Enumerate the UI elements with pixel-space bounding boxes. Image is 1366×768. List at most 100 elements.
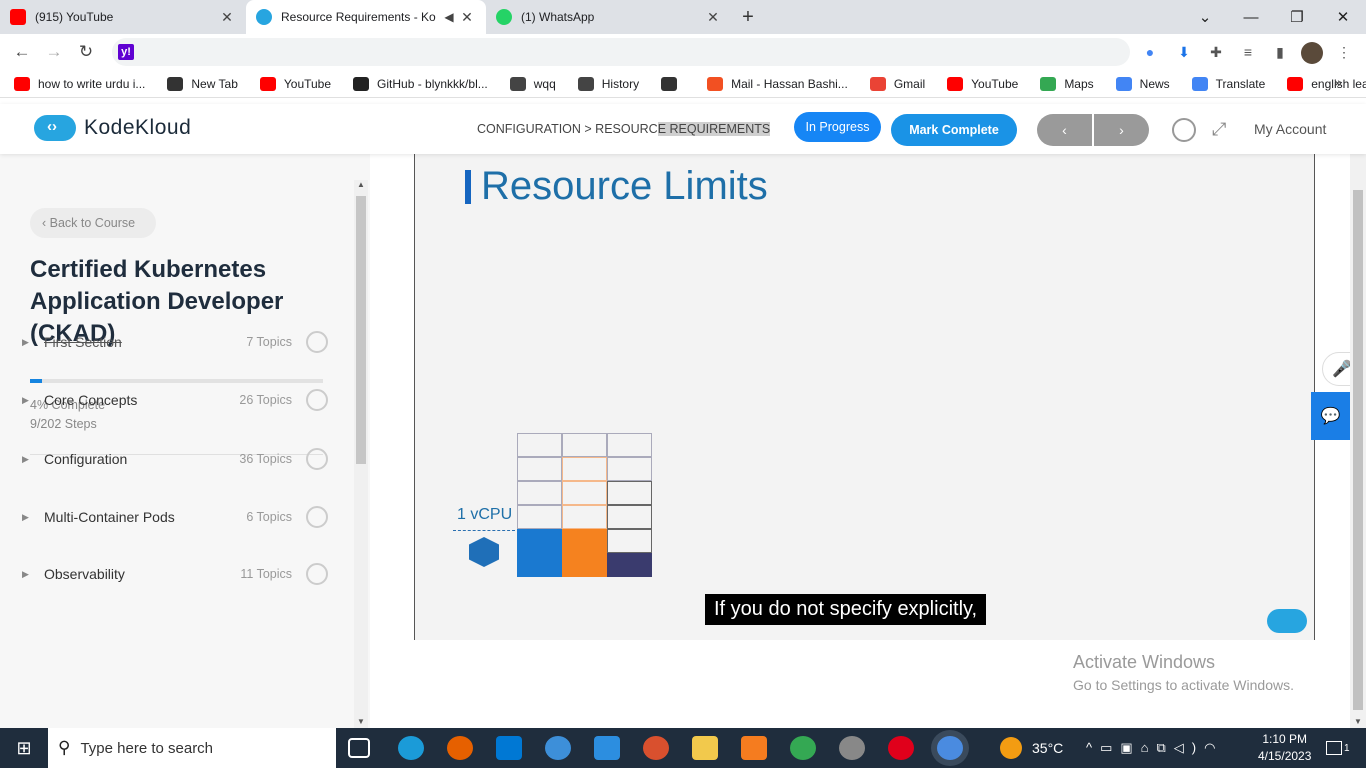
taskbar-search[interactable]: ⚲ Type here to search (48, 728, 336, 768)
weather-widget[interactable]: 35°C (1000, 728, 1063, 768)
menu-icon[interactable]: ⋮ (1333, 42, 1355, 62)
scrollbar-thumb[interactable] (356, 196, 366, 464)
close-icon[interactable]: ✕ (218, 9, 236, 26)
more-bookmarks-icon[interactable]: » (1334, 74, 1342, 90)
search-placeholder: Type here to search (80, 739, 214, 757)
tab-resource-requirements[interactable]: Resource Requirements - Ko ◀ ✕ (246, 0, 486, 34)
kodekloud-logo[interactable]: KodeKloud (34, 115, 191, 141)
tab-whatsapp[interactable]: (1) WhatsApp ✕ (486, 0, 732, 34)
bookmark-item[interactable]: YouTube (246, 70, 339, 98)
bookmark-item[interactable]: Gmail (856, 70, 933, 98)
my-account-link[interactable]: My Account (1254, 121, 1326, 137)
chrome-active-icon[interactable] (937, 736, 963, 760)
container-cube-icon (469, 537, 499, 567)
course-section[interactable]: ▶ Core Concepts 26 Topics (22, 385, 328, 415)
app-icon[interactable] (741, 736, 767, 760)
bookmark-item[interactable]: english learning (1273, 70, 1366, 98)
bookmark-item[interactable]: Translate (1178, 70, 1274, 98)
bookmark-item[interactable]: Mail - Hassan Bashi... (693, 70, 856, 98)
scrollbar-thumb[interactable] (1353, 190, 1363, 710)
course-section[interactable]: ▶ Configuration 36 Topics (22, 444, 328, 474)
reload-icon[interactable]: ↻ (70, 36, 102, 68)
back-to-course-button[interactable]: ‹ Back to Course (30, 208, 156, 238)
bookmark-item[interactable]: News (1102, 70, 1178, 98)
tab-search-icon[interactable]: ⌄ (1182, 0, 1228, 34)
chrome-icon[interactable] (790, 736, 816, 760)
bookmark-item[interactable]: YouTube (933, 70, 1026, 98)
previous-lesson-button[interactable]: ‹ (1037, 114, 1092, 146)
section-topic-count: 26 Topics (239, 393, 292, 407)
next-lesson-button[interactable]: › (1094, 114, 1149, 146)
new-tab-button[interactable]: + (732, 0, 764, 34)
edge-icon[interactable] (398, 736, 424, 760)
mark-complete-button[interactable]: Mark Complete (891, 114, 1017, 146)
bookmark-item[interactable]: Maps (1026, 70, 1101, 98)
restore-button[interactable]: ❐ (1274, 0, 1320, 34)
dark-mode-icon[interactable] (1172, 118, 1196, 142)
scroll-down-icon[interactable]: ▼ (357, 717, 365, 726)
mail-icon[interactable] (594, 736, 620, 760)
bookmark-item[interactable] (647, 70, 693, 98)
chat-icon[interactable]: 💬 (1311, 392, 1350, 440)
microsoft-icon (707, 76, 724, 91)
speaker-icon[interactable]: ◀ (440, 10, 458, 24)
media-control-icon[interactable]: ≡ (1237, 42, 1259, 62)
windows-start-icon[interactable]: ⊞ (0, 728, 48, 768)
close-icon[interactable]: ✕ (458, 9, 476, 26)
profile-avatar[interactable] (1301, 42, 1323, 64)
progress-ring-icon (306, 389, 328, 411)
expand-caret-icon[interactable]: ▶ (22, 395, 44, 406)
video-watermark-logo (1267, 609, 1307, 633)
forward-icon[interactable]: → (38, 36, 70, 68)
bookmark-item[interactable]: History (564, 70, 647, 98)
bookmark-label: Translate (1215, 76, 1266, 91)
course-section[interactable]: ▶ Multi-Container Pods 6 Topics (22, 502, 328, 532)
close-icon[interactable]: ✕ (704, 9, 722, 26)
download-icon[interactable]: ⬇ (1173, 42, 1195, 62)
bookmark-label: YouTube (971, 76, 1019, 91)
phone-link-icon[interactable] (545, 736, 571, 760)
firefox-icon[interactable] (447, 736, 473, 760)
course-section[interactable]: ▶ Observability 11 Topics (22, 559, 328, 589)
bookmark-item[interactable]: how to write urdu i... (0, 70, 153, 98)
expand-caret-icon[interactable]: ▶ (22, 512, 44, 523)
dashed-guide (453, 530, 515, 531)
bookmark-label: News (1139, 76, 1170, 91)
lesson-video[interactable]: Resource Limits 1 vCPU If you do not spe… (414, 154, 1315, 640)
address-bar[interactable]: y! (112, 38, 1130, 66)
task-view-icon[interactable] (348, 738, 370, 758)
scroll-up-icon[interactable]: ▲ (357, 180, 365, 189)
system-tray-icons[interactable]: ^▭▣⌂⧉◁)◠ (1086, 728, 1223, 768)
bookmark-item[interactable]: GitHub - blynkkk/bl... (339, 70, 496, 98)
scroll-down-icon[interactable]: ▼ (1354, 717, 1362, 726)
in-progress-badge[interactable]: In Progress (794, 112, 881, 142)
tab-youtube[interactable]: (915) YouTube ✕ (0, 0, 246, 34)
app-icon[interactable] (643, 736, 669, 760)
section-name: First Section (44, 334, 122, 350)
camera-icon[interactable] (839, 736, 865, 760)
opera-icon[interactable] (888, 736, 914, 760)
grid-cell (607, 481, 652, 505)
breadcrumb: CONFIGURATION > RESOURCE REQUIREMENTS (477, 122, 771, 136)
mic-icon[interactable]: ● (1139, 42, 1161, 62)
fullscreen-icon[interactable]: ⤢ (1212, 119, 1226, 140)
progress-ring-icon (306, 331, 328, 353)
back-icon[interactable]: ← (6, 36, 38, 68)
page-scrollbar[interactable]: ▲ ▼ (1350, 104, 1366, 728)
expand-caret-icon[interactable]: ▶ (22, 454, 44, 465)
taskbar-clock[interactable]: 1:10 PM 4/15/2023 (1258, 731, 1311, 765)
store-icon[interactable] (496, 736, 522, 760)
bookmark-item[interactable]: wqq (496, 70, 564, 98)
bookmark-item[interactable]: New Tab (153, 70, 245, 98)
minimize-button[interactable]: — (1228, 0, 1274, 34)
course-section[interactable]: ▶ First Section 7 Topics (22, 327, 328, 357)
sidebar-scrollbar[interactable]: ▲ ▼ (354, 180, 368, 728)
side-panel-icon[interactable]: ▮ (1269, 42, 1291, 62)
notifications-icon[interactable]: 1 (1326, 728, 1350, 768)
grid-cell (562, 481, 607, 505)
file-explorer-icon[interactable] (692, 736, 718, 760)
close-window-button[interactable]: ✕ (1320, 0, 1366, 34)
extensions-icon[interactable]: ✚ (1205, 42, 1227, 62)
expand-caret-icon[interactable]: ▶ (22, 569, 44, 580)
expand-caret-icon[interactable]: ▶ (22, 337, 44, 348)
